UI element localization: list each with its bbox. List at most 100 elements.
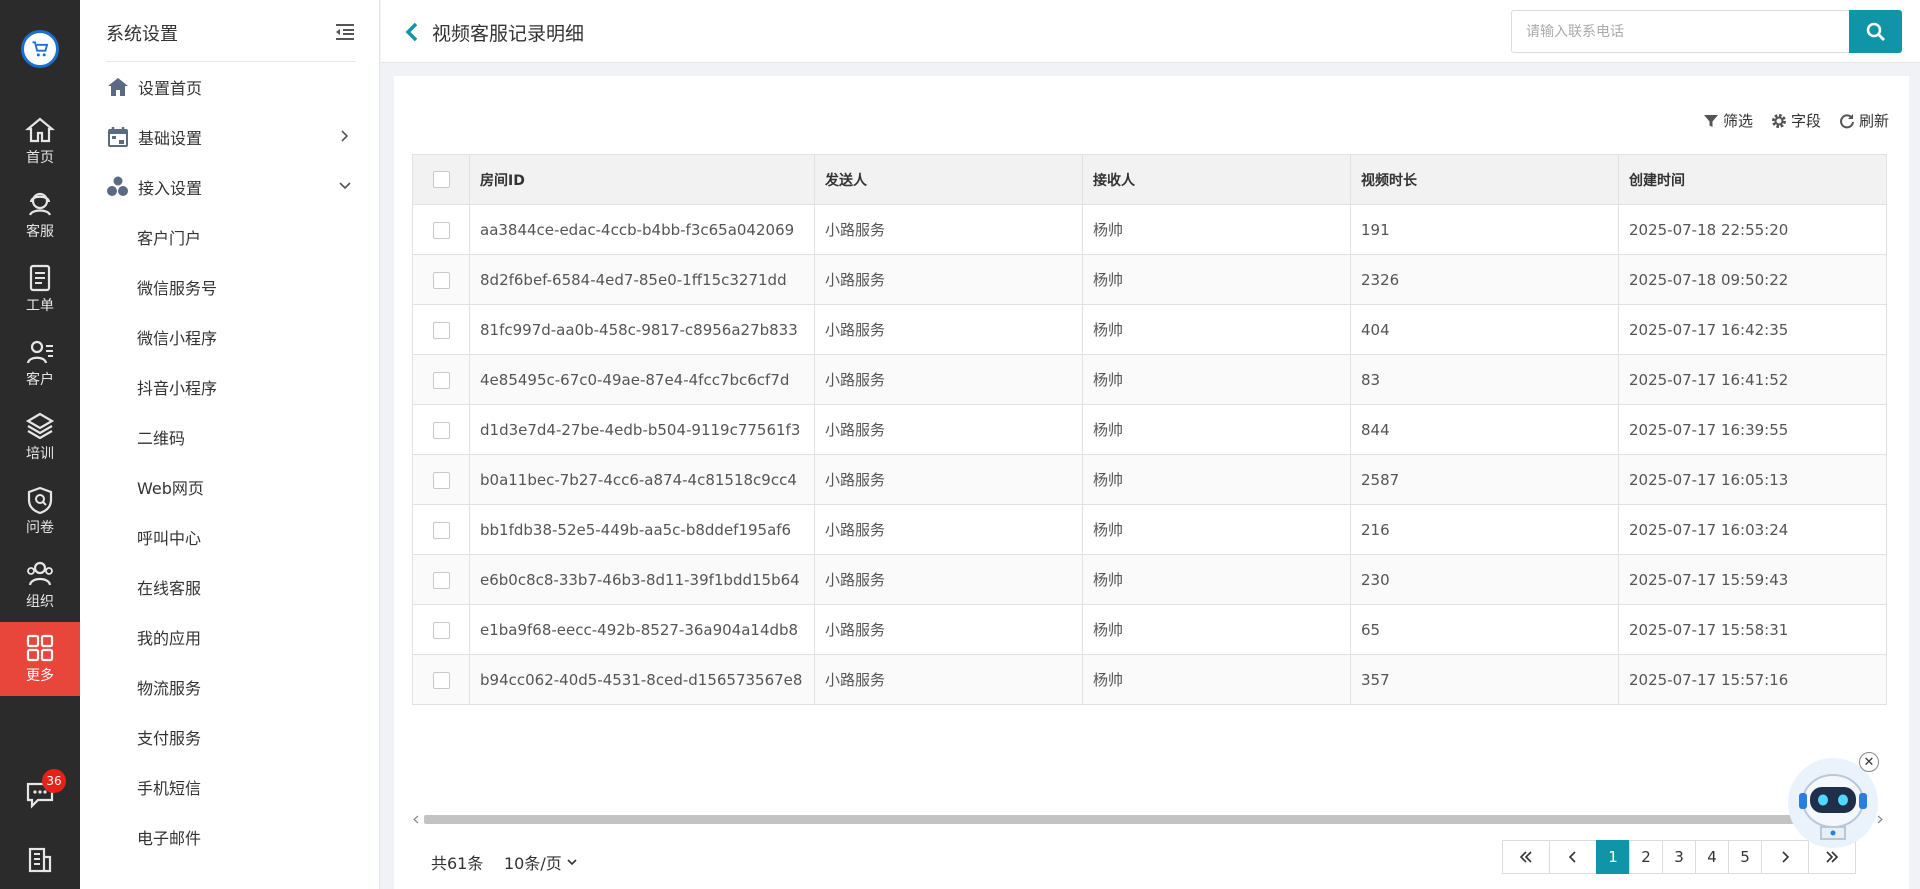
support-icon	[28, 192, 52, 216]
column-header-created-time[interactable]: 创建时间	[1618, 154, 1887, 205]
page-button[interactable]: 1	[1596, 840, 1630, 874]
first-page-button[interactable]	[1502, 840, 1550, 874]
table-row[interactable]: b94cc062-40d5-4531-8ced-d156573567e8 小路服务…	[412, 654, 1887, 705]
next-page-button[interactable]	[1761, 840, 1809, 874]
sidebar-subitem[interactable]: 电子邮件	[137, 817, 337, 857]
sidebar-subitem[interactable]: 客户门户	[137, 217, 337, 257]
sidebar-item-basic-settings[interactable]: 基础设置	[106, 117, 356, 157]
fields-label: 字段	[1790, 112, 1821, 130]
table-row[interactable]: 8d2f6bef-6584-4ed7-85e0-1ff15c3271dd 小路服务…	[412, 254, 1887, 305]
rail-item-grid[interactable]: 更多	[0, 622, 80, 696]
rail-item-support[interactable]: 客服	[0, 178, 80, 252]
table-row[interactable]: e1ba9f68-eecc-492b-8527-36a904a14db8 小路服务…	[412, 604, 1887, 655]
row-checkbox[interactable]	[432, 371, 450, 389]
sidebar-subitem[interactable]: 二维码	[137, 417, 337, 457]
close-icon[interactable]: ✕	[1859, 752, 1879, 772]
rail-item-group[interactable]: 组织	[0, 548, 80, 622]
row-select-cell	[412, 254, 470, 305]
rail-item-customer[interactable]: 客户	[0, 326, 80, 400]
duration-cell: 2326	[1350, 254, 1619, 305]
page-button[interactable]: 3	[1662, 840, 1696, 874]
duration-cell: 65	[1350, 604, 1619, 655]
row-checkbox[interactable]	[432, 421, 450, 439]
scroll-left-icon[interactable]	[412, 815, 420, 824]
table-row[interactable]: d1d3e7d4-27be-4edb-b504-9119c77561f3 小路服务…	[412, 404, 1887, 455]
duration-cell: 230	[1350, 554, 1619, 605]
receiver-cell: 杨帅	[1082, 254, 1351, 305]
row-checkbox[interactable]	[432, 571, 450, 589]
table-row[interactable]: bb1fdb38-52e5-449b-aa5c-b8ddef195af6 小路服务…	[412, 504, 1887, 555]
page-size-select[interactable]: 10条/页	[504, 850, 578, 874]
phone-search-input[interactable]	[1511, 10, 1851, 53]
table-row[interactable]: aa3844ce-edac-4ccb-b4bb-f3c65a042069 小路服务…	[412, 204, 1887, 255]
page-button[interactable]: 2	[1629, 840, 1663, 874]
sidebar-subitem[interactable]: 物流服务	[137, 667, 337, 707]
row-checkbox[interactable]	[432, 221, 450, 239]
sidebar-subitem[interactable]: 手机短信	[137, 767, 337, 807]
table-row[interactable]: 4e85495c-67c0-49ae-87e4-4fcc7bc6cf7d 小路服务…	[412, 354, 1887, 405]
rail-item-layers[interactable]: 培训	[0, 400, 80, 474]
fields-button[interactable]: 字段	[1771, 110, 1821, 131]
refresh-button[interactable]: 刷新	[1839, 110, 1889, 131]
sidebar-subitem[interactable]: 呼叫中心	[137, 517, 337, 557]
created-time-cell: 2025-07-17 16:42:35	[1618, 304, 1887, 355]
filter-button[interactable]: 筛选	[1703, 110, 1753, 131]
scroll-right-icon[interactable]	[1876, 815, 1884, 824]
column-header-duration[interactable]: 视频时长	[1350, 154, 1619, 205]
chat-badge: 36	[42, 769, 66, 793]
page-button[interactable]: 4	[1695, 840, 1729, 874]
row-checkbox[interactable]	[432, 621, 450, 639]
row-checkbox[interactable]	[432, 271, 450, 289]
created-time-cell: 2025-07-17 16:41:52	[1618, 354, 1887, 405]
cart-logo-icon[interactable]	[21, 30, 59, 68]
row-select-cell	[412, 504, 470, 555]
sender-cell: 小路服务	[814, 454, 1083, 505]
room-id-cell: b94cc062-40d5-4531-8ced-d156573567e8	[469, 654, 815, 705]
rail-item-home[interactable]: 首页	[0, 104, 80, 178]
row-select-cell	[412, 554, 470, 605]
sidebar-subitem[interactable]: 在线客服	[137, 567, 337, 607]
select-all-checkbox[interactable]	[432, 171, 450, 188]
sidebar-item-label: 设置首页	[138, 79, 203, 98]
rail-item-label: 客户	[26, 372, 54, 388]
sidebar-item-settings-home[interactable]: 设置首页	[106, 67, 356, 107]
column-header-room-id[interactable]: 房间ID	[469, 154, 815, 205]
calendar-icon	[106, 125, 130, 149]
table-row[interactable]: b0a11bec-7b27-4cc6-a874-4c81518c9cc4 小路服务…	[412, 454, 1887, 505]
row-checkbox[interactable]	[432, 671, 450, 689]
duration-cell: 844	[1350, 404, 1619, 455]
row-checkbox[interactable]	[432, 471, 450, 489]
row-checkbox[interactable]	[432, 321, 450, 339]
rail-item-shield[interactable]: 问卷	[0, 474, 80, 548]
room-id-cell: bb1fdb38-52e5-449b-aa5c-b8ddef195af6	[469, 504, 815, 555]
column-header-receiver[interactable]: 接收人	[1082, 154, 1351, 205]
records-panel: 筛选 字段 刷新 房间ID 发送人 接收人 视频时长 创建时间 aa3844ce…	[394, 76, 1909, 889]
back-arrow-icon[interactable]	[405, 22, 419, 42]
sidebar-item-access-settings[interactable]: 接入设置	[106, 167, 356, 207]
row-checkbox[interactable]	[432, 521, 450, 539]
assistant-robot-icon[interactable]	[1788, 758, 1878, 848]
sidebar-subitem[interactable]: 抖音小程序	[137, 367, 337, 407]
settings-sidebar: 系统设置 设置首页 基础设置 接入设置 客户门户微信服务号微信小程序抖音小程序二…	[80, 0, 380, 889]
sidebar-subitem[interactable]: 支付服务	[137, 717, 337, 757]
horizontal-scrollbar[interactable]	[412, 814, 1886, 824]
column-header-sender[interactable]: 发送人	[814, 154, 1083, 205]
search-button[interactable]	[1849, 10, 1902, 53]
prev-page-button[interactable]	[1549, 840, 1597, 874]
rail-item-ticket[interactable]: 工单	[0, 252, 80, 326]
sidebar-subitem[interactable]: 微信服务号	[137, 267, 337, 307]
chat-icon[interactable]	[0, 770, 80, 820]
sidebar-subitem[interactable]: Web网页	[137, 467, 337, 507]
sidebar-subitem[interactable]: 微信小程序	[137, 317, 337, 357]
scrollbar-thumb[interactable]	[424, 815, 1864, 824]
refresh-icon	[1840, 113, 1854, 128]
building-icon[interactable]	[0, 835, 80, 885]
sidebar-subitem[interactable]: 我的应用	[137, 617, 337, 657]
users-icon	[106, 175, 130, 199]
sidebar-title: 系统设置	[106, 24, 178, 45]
page-button[interactable]: 5	[1728, 840, 1762, 874]
sender-cell: 小路服务	[814, 404, 1083, 455]
table-row[interactable]: 81fc997d-aa0b-458c-9817-c8956a27b833 小路服务…	[412, 304, 1887, 355]
collapse-menu-icon[interactable]	[334, 22, 356, 42]
table-row[interactable]: e6b0c8c8-33b7-46b3-8d11-39f1bdd15b64 小路服务…	[412, 554, 1887, 605]
